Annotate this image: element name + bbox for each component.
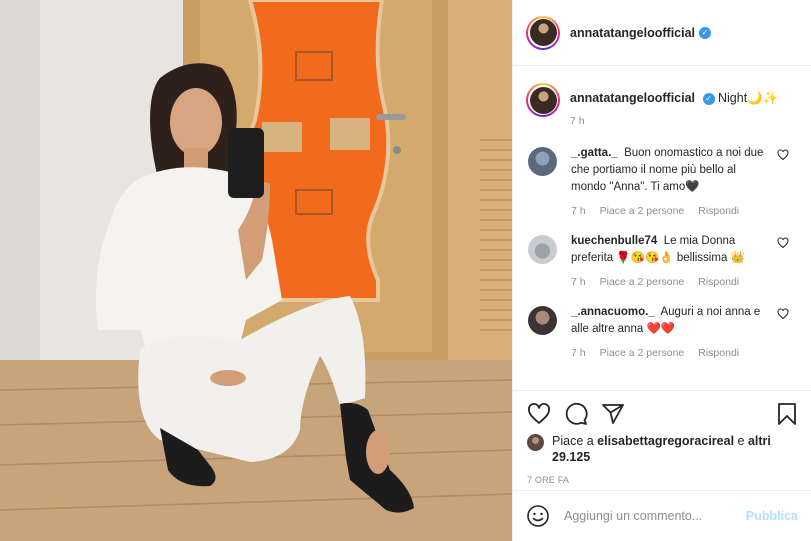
caption-verified-icon: ✓	[702, 92, 715, 105]
add-comment-bar: Pubblica	[513, 490, 811, 541]
comment-likes[interactable]: Piace a 2 persone	[600, 276, 685, 288]
post-photo[interactable]	[0, 0, 512, 541]
comment-time[interactable]: 7 h	[571, 276, 586, 288]
caption-text: Night🌙✨	[718, 91, 779, 105]
like-heart-icon[interactable]	[527, 402, 551, 426]
comment-item: _.annacuomo._ Auguri a noi anna e alle a…	[513, 304, 811, 359]
reply-button[interactable]: Rispondi	[698, 205, 739, 217]
heart-outline-icon[interactable]	[777, 149, 789, 161]
comment-input[interactable]	[564, 509, 746, 523]
comment-time[interactable]: 7 h	[571, 347, 586, 359]
post-caption: annatatangeloofficial ✓ Night🌙✨ 7 h	[513, 67, 811, 127]
comment-avatar[interactable]	[528, 147, 557, 176]
liker-avatar[interactable]	[527, 434, 544, 451]
post-image	[0, 0, 512, 541]
reply-button[interactable]: Rispondi	[698, 276, 739, 288]
comment-username[interactable]: _.annacuomo._	[571, 306, 655, 318]
emoji-smiley-icon[interactable]	[526, 504, 550, 528]
comment-avatar[interactable]	[528, 306, 557, 335]
liker-username[interactable]: elisabettagregoracireal	[597, 434, 734, 448]
comment-time[interactable]: 7 h	[571, 205, 586, 217]
caption-story-ring[interactable]	[526, 83, 560, 117]
verified-badge-icon: ✓	[699, 26, 712, 39]
likes-summary[interactable]: Piace a elisabettagregoracireal e altri …	[527, 433, 799, 465]
comment-bubble-icon[interactable]	[564, 402, 588, 426]
caption-username[interactable]: annatatangeloofficial	[570, 91, 695, 105]
heart-outline-icon[interactable]	[777, 237, 789, 249]
comment-username[interactable]: kuechenbulle74	[571, 235, 657, 247]
reply-button[interactable]: Rispondi	[698, 347, 739, 359]
comment-avatar[interactable]	[528, 235, 557, 264]
likes-mid: e	[734, 434, 748, 448]
story-ring[interactable]	[526, 15, 560, 50]
avatar[interactable]	[529, 19, 557, 46]
comments-list[interactable]: annatatangeloofficial ✓ Night🌙✨ 7 h _.ga…	[513, 67, 811, 389]
post-header: annatatangeloofficial ✓	[513, 0, 811, 66]
comment-username[interactable]: _.gatta._	[571, 147, 618, 159]
publish-button[interactable]: Pubblica	[746, 509, 798, 523]
comment-item: _.gatta._ Buon onomastico a noi due che …	[513, 145, 811, 217]
comment-likes[interactable]: Piace a 2 persone	[600, 347, 685, 359]
comment-likes[interactable]: Piace a 2 persone	[600, 205, 685, 217]
header-username[interactable]: annatatangeloofficial	[570, 26, 695, 40]
post-side-panel: annatatangeloofficial ✓ annatatangelooff…	[512, 0, 811, 541]
bookmark-icon[interactable]	[775, 402, 799, 426]
comment-item: kuechenbulle74 Le mia Donna preferita 🌹😘…	[513, 233, 811, 288]
caption-time[interactable]: 7 h	[570, 115, 798, 127]
post-timestamp[interactable]: 7 ORE FA	[527, 475, 799, 485]
likes-prefix: Piace a	[552, 434, 598, 448]
heart-outline-icon[interactable]	[777, 308, 789, 320]
share-send-icon[interactable]	[601, 402, 625, 426]
caption-avatar[interactable]	[529, 86, 557, 114]
